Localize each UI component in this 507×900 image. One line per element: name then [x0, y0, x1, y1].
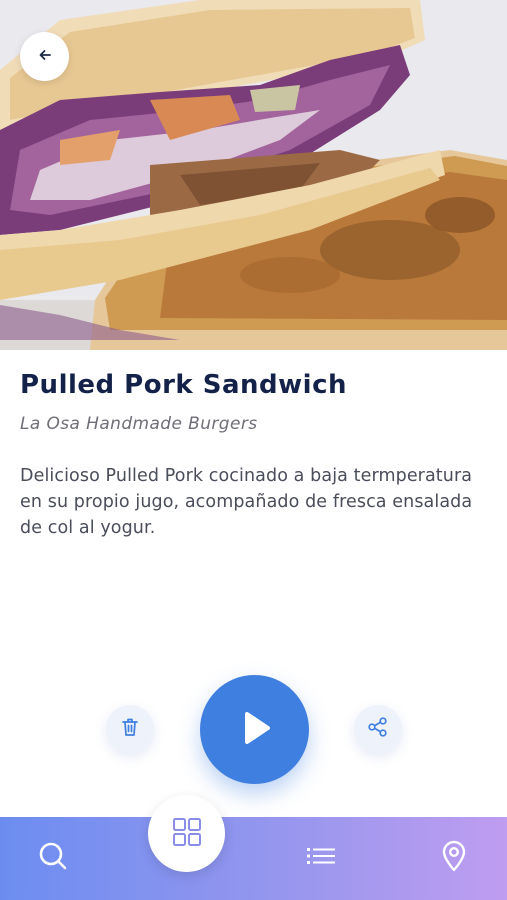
location-pin-icon — [441, 840, 467, 876]
play-icon — [235, 708, 275, 752]
product-description: Delicioso Pulled Pork cocinado a baja te… — [20, 466, 473, 538]
delete-button[interactable] — [106, 705, 154, 753]
search-icon — [37, 840, 69, 876]
nav-location[interactable] — [433, 837, 475, 879]
nav-home-grid[interactable] — [148, 795, 225, 872]
grid-icon — [172, 817, 202, 851]
nav-search[interactable] — [32, 837, 74, 879]
arrow-left-icon — [38, 47, 52, 66]
share-button[interactable] — [354, 705, 402, 753]
trash-icon — [120, 716, 140, 742]
share-icon — [367, 716, 389, 742]
bottom-nav — [0, 817, 507, 900]
restaurant-name: La Osa Handmade Burgers — [20, 414, 258, 434]
nav-list[interactable] — [300, 837, 342, 879]
play-button[interactable] — [200, 675, 309, 784]
back-button[interactable] — [20, 32, 69, 81]
product-title: Pulled Pork Sandwich — [20, 370, 348, 400]
list-icon — [305, 844, 337, 872]
product-image — [0, 0, 507, 350]
